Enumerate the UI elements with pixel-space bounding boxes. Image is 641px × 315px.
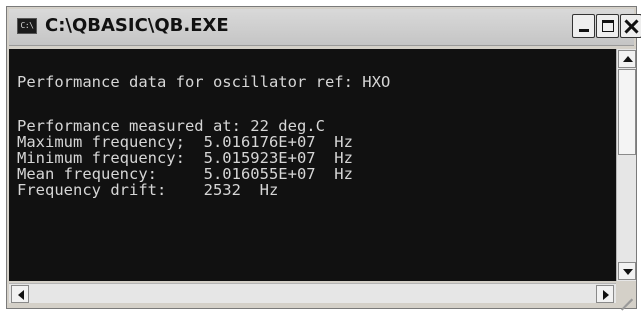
arrow-left-icon	[18, 290, 24, 300]
grip-line-3	[620, 298, 633, 311]
vertical-scrollbar[interactable]	[616, 49, 636, 281]
resize-grip[interactable]	[616, 283, 636, 311]
close-button[interactable]	[620, 14, 641, 38]
minimize-button[interactable]	[572, 14, 595, 38]
arrow-down-icon	[623, 269, 633, 275]
horizontal-scrollbar[interactable]	[9, 283, 616, 303]
arrow-right-icon	[603, 290, 609, 300]
vertical-scroll-thumb[interactable]	[618, 69, 636, 155]
maximize-icon	[602, 20, 614, 32]
title-bar[interactable]: C:\ C:\QBASIC\QB.EXE	[9, 9, 641, 46]
console-line-7: Mean frequency: 5.016055E+07 Hz	[17, 165, 353, 183]
minimize-icon	[579, 29, 589, 32]
console-line-4: Performance measured at: 22 deg.C	[17, 117, 325, 135]
console-app-icon[interactable]: C:\	[17, 18, 37, 34]
console-line-5: Maximum frequency; 5.016176E+07 Hz	[17, 133, 353, 151]
console-window: C:\ C:\QBASIC\QB.EXE Performance data fo…	[6, 6, 641, 311]
console-line-2: Performance data for oscillator ref: HXO	[17, 73, 391, 91]
console-line-6: Minimum frequency: 5.015923E+07 Hz	[17, 149, 353, 167]
scroll-down-button[interactable]	[618, 262, 636, 280]
arrow-up-icon	[623, 56, 633, 62]
scroll-up-button[interactable]	[618, 50, 636, 68]
close-icon	[621, 15, 641, 37]
window-title: C:\QBASIC\QB.EXE	[45, 15, 229, 36]
scroll-left-button[interactable]	[11, 285, 29, 303]
console-output[interactable]: Performance data for oscillator ref: HXO…	[9, 49, 616, 281]
scroll-right-button[interactable]	[596, 285, 614, 303]
maximize-button[interactable]	[596, 14, 619, 38]
console-line-8: Frequency drift: 2532 Hz	[17, 181, 279, 199]
